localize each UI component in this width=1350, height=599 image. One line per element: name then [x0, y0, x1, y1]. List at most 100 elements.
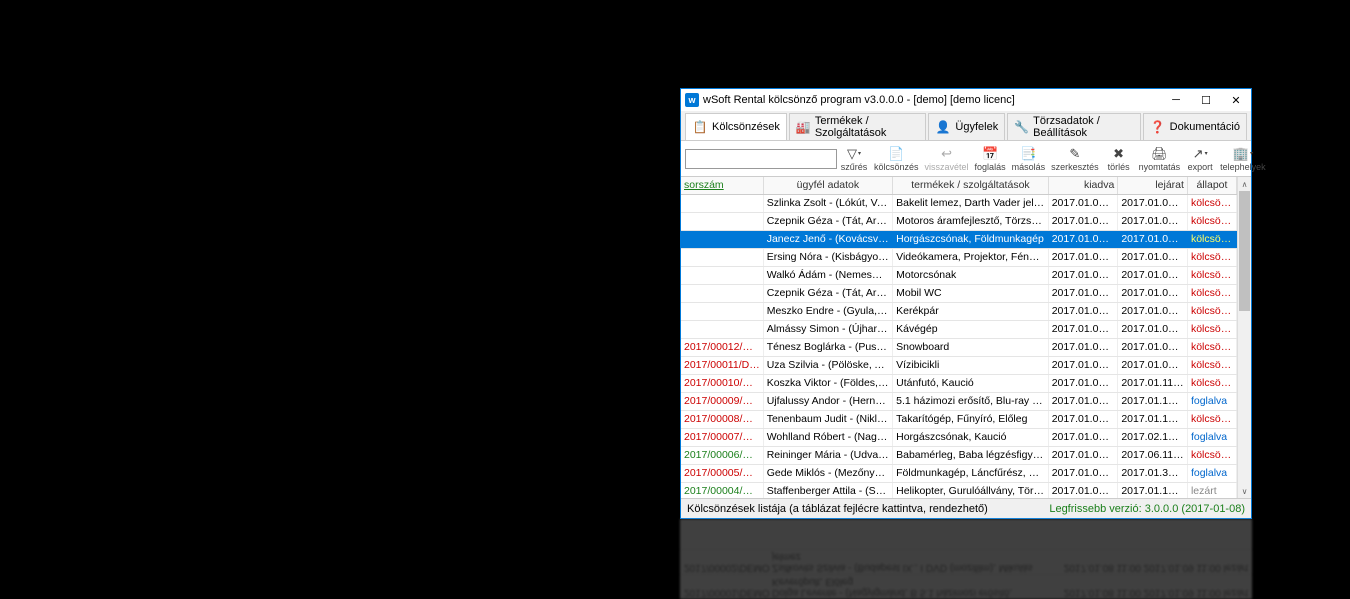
col-allapot[interactable]: állapot [1188, 177, 1237, 194]
table-row[interactable]: 2017/00009/DEMOUjfalussy Andor - (Hernyé… [681, 393, 1237, 411]
cell-kiadva: 2017.01.08 11:00 [1049, 249, 1119, 266]
export-button[interactable]: ↗▾export [1183, 142, 1217, 176]
cell-allapot: kölcsönözve [1188, 195, 1237, 212]
rentals-table: sorszám ügyfél adatok termékek / szolgál… [681, 177, 1237, 498]
cell-kiadva: 2017.01.08 11:00 [1049, 357, 1119, 374]
tab-t-rzsadatok-be-ll-t-sok[interactable]: 🔧Törzsadatok / Beállítások [1007, 113, 1140, 140]
cell-kiadva: 2017.01.08 11:00 [1049, 285, 1119, 302]
cell-sorszam [681, 231, 764, 248]
másolás-button[interactable]: 📑másolás [1009, 142, 1049, 176]
table-row[interactable]: 2017/00006/DEMOReininger Mária - (Udvar,… [681, 447, 1237, 465]
cell-kiadva: 2017.01.08 11:00 [1049, 213, 1119, 230]
tab-k-lcs-nz-sek[interactable]: 📋Kölcsönzések [685, 113, 787, 140]
minimize-button[interactable]: ─ [1161, 89, 1191, 111]
cell-lejarat: 2017.01.08 12:00 [1118, 249, 1188, 266]
tab-label: Dokumentáció [1170, 121, 1240, 133]
cell-lejarat: 2017.01.09 08:00 [1118, 321, 1188, 338]
visszavétel-icon: ↩ [941, 146, 952, 162]
kölcsönzés-button[interactable]: 📄kölcsönzés [871, 142, 922, 176]
table-row[interactable]: 2017/00007/DEMOWohlland Róbert - (Nagyká… [681, 429, 1237, 447]
telephelyek-button[interactable]: 🏢▾telephelyek [1217, 142, 1269, 176]
table-row[interactable]: Meszko Endre - (Gyula, Lívia utcaKerékpá… [681, 303, 1237, 321]
cell-ugyfel: Uza Szilvia - (Pölöske, Ajak utca 1 [764, 357, 893, 374]
cell-sorszam: 2017/00011/DEMO [681, 357, 764, 374]
close-button[interactable]: ✕ [1221, 89, 1251, 111]
table-row[interactable]: Almássy Simon - (Újhartyán, AcéKávégép20… [681, 321, 1237, 339]
nyomtatás-button[interactable]: 🖨nyomtatás [1136, 142, 1184, 176]
table-row[interactable]: Szlinka Zsolt - (Lókút, Vadorzó úBakelit… [681, 195, 1237, 213]
cell-lejarat: 2017.01.08 16:00 [1118, 357, 1188, 374]
cell-ugyfel: Walkó Ádám - (Nemesmedves, D [764, 267, 893, 284]
maximize-button[interactable]: ☐ [1191, 89, 1221, 111]
col-sorszam[interactable]: sorszám [681, 177, 764, 194]
cell-termekek: Horgászcsónak, Földmunkagép [893, 231, 1049, 248]
cell-ugyfel: Czepnik Géza - (Tát, Artúr utca 14 [764, 285, 893, 302]
cell-kiadva: 2017.01.08 11:00 [1049, 429, 1119, 446]
scrollbar[interactable]: ∧ ∨ [1237, 177, 1251, 498]
cell-ugyfel: Ujfalussy Andor - (Hernyék, Almá [764, 393, 893, 410]
cell-ugyfel: Ténesz Boglárka - (Pusztakovácsi [764, 339, 893, 356]
cell-lejarat: 2017.01.08 14:00 [1118, 195, 1188, 212]
toolbar: ▽▾szűrés📄kölcsönzés ↩visszavétel📅foglalás… [681, 141, 1251, 177]
cell-sorszam [681, 267, 764, 284]
cell-allapot: kölcsönözve [1188, 285, 1237, 302]
cell-sorszam: 2017/00009/DEMO [681, 393, 764, 410]
statusbar: Kölcsönzések listája (a táblázat fejlécr… [681, 498, 1251, 518]
foglalás-button[interactable]: 📅foglalás [972, 142, 1009, 176]
szűrés-button[interactable]: ▽▾szűrés [837, 142, 871, 176]
cell-lejarat: 2017.01.08 13:00 [1118, 339, 1188, 356]
cell-termekek: Horgászcsónak, Kaució [893, 429, 1049, 446]
cell-termekek: Vízibicikli [893, 357, 1049, 374]
table-row[interactable]: Ersing Nóra - (Kisbágyon, CibakhVideókam… [681, 249, 1237, 267]
cell-termekek: Motorcsónak [893, 267, 1049, 284]
cell-termekek: Helikopter, Gurulóállvány, Törzsvásárlói… [893, 483, 1049, 498]
toolbar-label: kölcsönzés [874, 162, 919, 172]
cell-termekek: Takarítógép, Fűnyíró, Előleg [893, 411, 1049, 428]
cell-sorszam [681, 321, 764, 338]
tab-label: Termékek / Szolgáltatások [815, 115, 920, 139]
nyomtatás-icon: 🖨 [1151, 146, 1168, 162]
tab-icon: ❓ [1150, 119, 1166, 135]
cell-termekek: Utánfutó, Kaució [893, 375, 1049, 392]
table-row[interactable]: Walkó Ádám - (Nemesmedves, DMotorcsónak2… [681, 267, 1237, 285]
table-row[interactable]: Czepnik Géza - (Tát, Artúr utca 14Mobil … [681, 285, 1237, 303]
cell-kiadva: 2017.01.08 11:00 [1049, 195, 1119, 212]
szerkesztés-button[interactable]: ✎szerkesztés [1048, 142, 1102, 176]
table-row[interactable]: 2017/00011/DEMOUza Szilvia - (Pölöske, A… [681, 357, 1237, 375]
table-row[interactable]: Czepnik Géza - (Tát, Artúr utca 14Motoro… [681, 213, 1237, 231]
cell-allapot: kölcsönözve [1188, 339, 1237, 356]
toolbar-label: telephelyek [1220, 162, 1266, 172]
scroll-down-icon[interactable]: ∨ [1238, 484, 1251, 498]
tab-icon: 📋 [692, 119, 708, 135]
table-row[interactable]: 2017/00010/DEMOKoszka Viktor - (Földes, … [681, 375, 1237, 393]
col-termekek[interactable]: termékek / szolgáltatások [893, 177, 1049, 194]
col-lejarat[interactable]: lejárat [1118, 177, 1188, 194]
search-input[interactable] [685, 149, 837, 169]
másolás-icon: 📑 [1020, 146, 1036, 162]
cell-allapot: lezárt [1188, 483, 1237, 498]
cell-allapot: kölcsönözve [1188, 375, 1237, 392]
cell-allapot: kölcsönözve [1188, 411, 1237, 428]
table-row[interactable]: 2017/00012/DEMOTénesz Boglárka - (Puszta… [681, 339, 1237, 357]
toolbar-label: visszavétel [925, 162, 969, 172]
table-row[interactable]: 2017/00004/DEMOStaffenberger Attila - (S… [681, 483, 1237, 498]
table-header[interactable]: sorszám ügyfél adatok termékek / szolgál… [681, 177, 1237, 195]
cell-kiadva: 2017.01.08 11:00 [1049, 393, 1119, 410]
col-ugyfel[interactable]: ügyfél adatok [764, 177, 893, 194]
titlebar[interactable]: w wSoft Rental kölcsönző program v3.0.0.… [681, 89, 1251, 111]
tab-label: Ügyfelek [955, 121, 998, 133]
scroll-up-icon[interactable]: ∧ [1238, 177, 1251, 191]
table-row[interactable]: 2017/00008/DEMOTenenbaum Judit - (Nikla,… [681, 411, 1237, 429]
tab--gyfelek[interactable]: 👤Ügyfelek [928, 113, 1005, 140]
cell-lejarat: 2017.06.11 11:00 [1118, 447, 1188, 464]
col-kiadva[interactable]: kiadva [1049, 177, 1119, 194]
cell-kiadva: 2017.01.08 11:00 [1049, 375, 1119, 392]
cell-sorszam [681, 303, 764, 320]
cell-allapot: foglalva [1188, 465, 1237, 482]
tab-term-kek-szolg-ltat-sok[interactable]: 🏭Termékek / Szolgáltatások [789, 113, 927, 140]
scroll-thumb[interactable] [1239, 191, 1250, 311]
table-row[interactable]: 2017/00005/DEMOGede Miklós - (Mezőnyárád… [681, 465, 1237, 483]
törlés-button[interactable]: ✖törlés [1102, 142, 1136, 176]
tab-dokument-ci-[interactable]: ❓ Dokumentáció [1143, 113, 1247, 140]
table-row[interactable]: Janecz Jenő - (Kovácsvágás, HegHorgászcs… [681, 231, 1237, 249]
